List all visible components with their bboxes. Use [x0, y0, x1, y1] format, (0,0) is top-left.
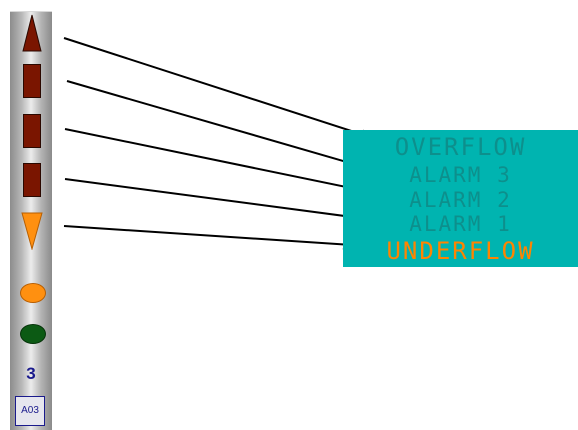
legend-underflow: UNDERFLOW: [386, 237, 535, 265]
legend-alarm-2: ALARM 2: [409, 188, 512, 212]
legend-overflow: OVERFLOW: [394, 133, 527, 161]
arrow-underflow: [63, 225, 353, 250]
arrow-overflow: [63, 37, 371, 139]
alarm-legend-panel: OVERFLOW ALARM 3 ALARM 2 ALARM 1 UNDERFL…: [343, 130, 578, 267]
legend-alarm-3: ALARM 3: [409, 163, 512, 187]
legend-alarm-1: ALARM 1: [409, 212, 512, 236]
